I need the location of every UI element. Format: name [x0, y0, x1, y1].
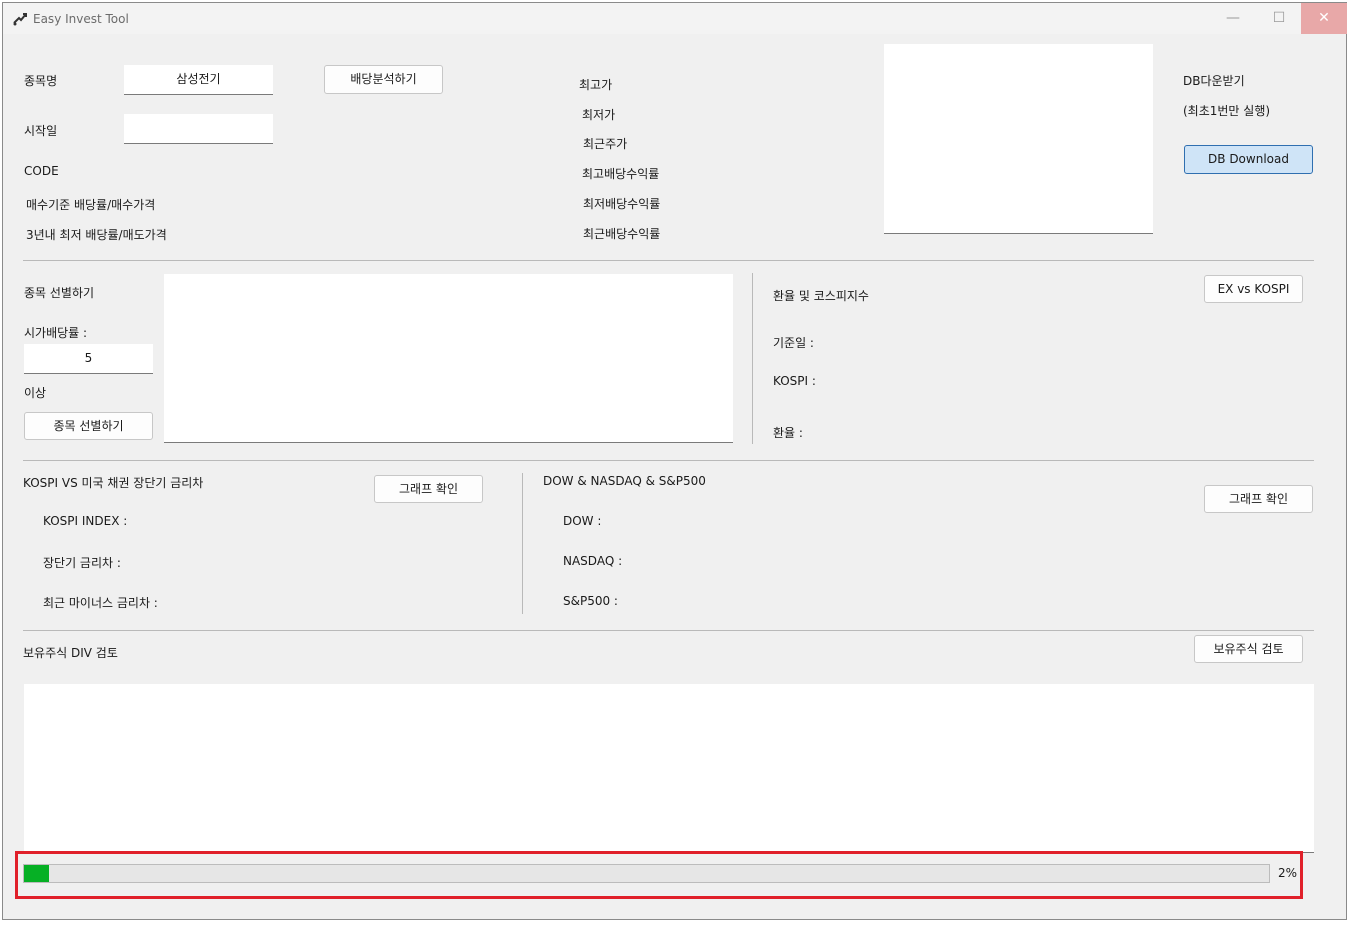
start-date-label: 시작일	[24, 124, 58, 138]
recent-yield-label: 최근배당수익률	[583, 227, 661, 241]
three-year-low-label: 3년내 최저 배당률/매도가격	[26, 228, 167, 242]
exchange-title: 환율 및 코스피지수	[773, 289, 869, 303]
us-index-graph-button[interactable]: 그래프 확인	[1204, 485, 1313, 513]
us-index-title: DOW & NASDAQ & S&P500	[543, 474, 706, 488]
stock-name-label: 종목명	[24, 74, 58, 88]
bond-title: KOSPI VS 미국 채권 장단기 금리차	[23, 476, 204, 490]
exchange-rate-label: 환율 :	[773, 426, 803, 440]
sp500-label: S&P500 :	[563, 594, 618, 608]
divider	[752, 273, 753, 444]
app-icon	[13, 13, 27, 26]
holdings-title: 보유주식 DIV 검토	[23, 646, 118, 660]
db-title-label: DB다운받기	[1183, 74, 1245, 88]
review-holdings-button[interactable]: 보유주식 검토	[1194, 635, 1303, 663]
negative-spread-label: 최근 마이너스 금리차 :	[43, 596, 158, 610]
highlight-box	[15, 851, 1303, 899]
stock-name-input[interactable]: 삼성전기	[124, 65, 273, 95]
db-download-button[interactable]: DB Download	[1184, 145, 1313, 174]
above-label: 이상	[24, 386, 47, 400]
ex-vs-kospi-button[interactable]: EX vs KOSPI	[1204, 275, 1303, 303]
db-note-label: (최초1번만 실행)	[1183, 104, 1271, 118]
minimize-button[interactable]: —	[1210, 3, 1256, 34]
close-button[interactable]: ✕	[1301, 3, 1347, 34]
max-yield-label: 최고배당수익률	[582, 167, 660, 181]
max-price-label: 최고가	[579, 78, 613, 92]
dividend-analysis-button[interactable]: 배당분석하기	[324, 65, 443, 94]
holdings-results-panel[interactable]	[24, 684, 1314, 853]
recent-price-label: 최근주가	[583, 137, 628, 151]
divider	[23, 630, 1314, 631]
screen-stocks-button[interactable]: 종목 선별하기	[24, 412, 153, 440]
rate-spread-label: 장단기 금리차 :	[43, 556, 121, 570]
divider	[23, 460, 1314, 461]
main-window: Easy Invest Tool — ☐ ✕ 종목명 삼성전기 배당분석하기 시…	[2, 2, 1347, 920]
bond-graph-button[interactable]: 그래프 확인	[374, 475, 483, 503]
maximize-button[interactable]: ☐	[1256, 3, 1302, 34]
code-label: CODE	[24, 164, 59, 178]
screening-results-list[interactable]	[164, 274, 733, 443]
min-yield-label: 최저배당수익률	[583, 197, 661, 211]
min-price-label: 최저가	[582, 108, 616, 122]
kospi-index-label: KOSPI INDEX :	[43, 514, 128, 528]
dividend-yield-input[interactable]: 5	[24, 344, 153, 374]
dow-label: DOW :	[563, 514, 602, 528]
title-bar[interactable]: Easy Invest Tool — ☐ ✕	[3, 3, 1347, 34]
start-date-input[interactable]	[124, 114, 273, 144]
screening-title: 종목 선별하기	[24, 286, 95, 300]
kospi-label: KOSPI :	[773, 374, 816, 388]
chart-panel	[884, 44, 1153, 234]
buy-basis-label: 매수기준 배당률/매수가격	[26, 198, 156, 212]
divider	[522, 473, 523, 614]
base-date-label: 기준일 :	[773, 336, 814, 350]
divider	[23, 260, 1314, 261]
nasdaq-label: NASDAQ :	[563, 554, 623, 568]
dividend-yield-label: 시가배당률 :	[24, 326, 88, 340]
window-title: Easy Invest Tool	[33, 12, 129, 26]
